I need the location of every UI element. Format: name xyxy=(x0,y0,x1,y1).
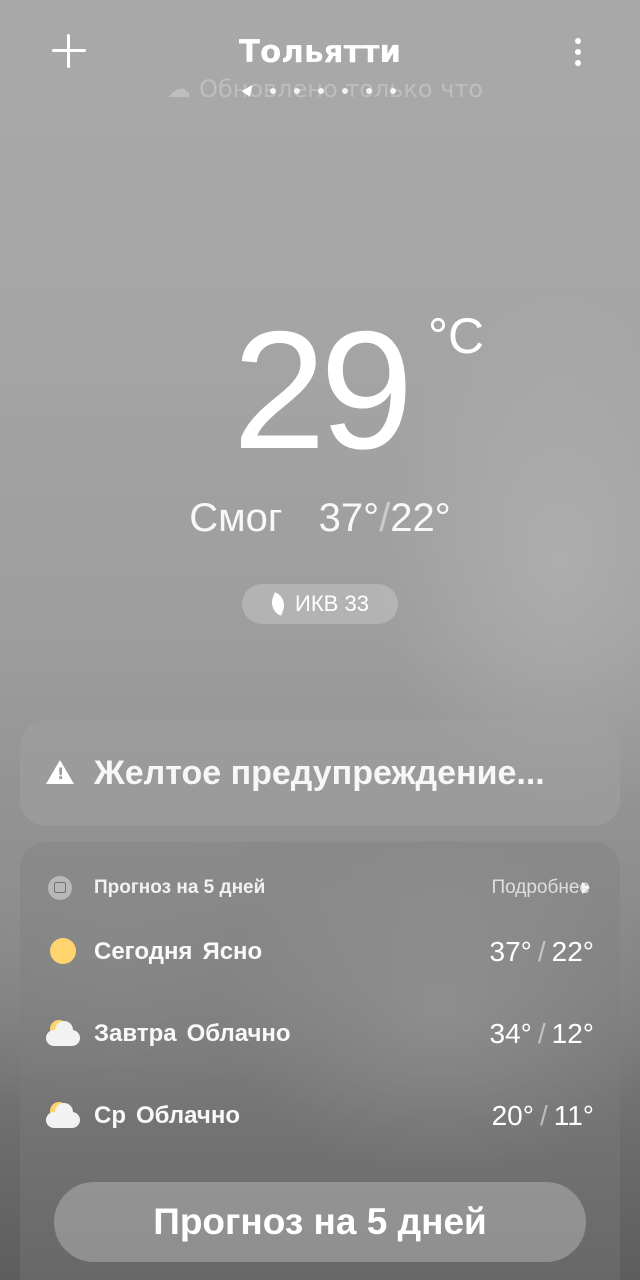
forecast-day-row[interactable]: Ср Облачно 20°/11° xyxy=(20,1096,620,1136)
forecast-day-row[interactable]: Сегодня Ясно 37°/22° xyxy=(20,932,620,972)
temperature-unit: °C xyxy=(428,308,485,364)
forecast-high: 20° xyxy=(491,1100,534,1131)
partly-cloudy-icon xyxy=(46,1100,82,1132)
forecast-day-label: Ср Облачно xyxy=(94,1096,394,1136)
chevron-right-icon[interactable] xyxy=(582,882,590,894)
current-condition: Смог xyxy=(189,496,283,540)
page-dot xyxy=(342,88,348,94)
cloud-icon: ☁ xyxy=(166,75,191,103)
page-dot xyxy=(270,88,276,94)
aqi-badge[interactable]: ИКВ 33 xyxy=(242,584,398,624)
partly-cloudy-icon xyxy=(46,1018,82,1050)
calendar-icon xyxy=(48,876,72,900)
page-dot xyxy=(318,88,324,94)
current-low: 22° xyxy=(390,496,451,540)
forecast-day-condition: Ясно xyxy=(202,938,263,965)
forecast-day-label: Завтра Облачно xyxy=(94,1014,394,1054)
add-city-button[interactable] xyxy=(46,28,92,74)
more-vertical-icon xyxy=(575,38,581,44)
forecast-day-name: Завтра xyxy=(94,1020,177,1047)
forecast-day-temps: 37°/22° xyxy=(489,936,594,967)
five-day-forecast-button[interactable]: Прогноз на 5 дней xyxy=(54,1182,586,1262)
forecast-day-condition: Облачно xyxy=(136,1102,240,1129)
forecast-low: 11° xyxy=(553,1100,594,1131)
aqi-label: ИКВ 33 xyxy=(295,591,369,616)
more-menu-button[interactable] xyxy=(560,30,596,74)
forecast-more-link[interactable]: Подробнее xyxy=(440,874,590,902)
temp-separator: / xyxy=(379,496,391,540)
leaf-icon xyxy=(268,592,289,616)
warning-text: Желтое предупреждение... xyxy=(94,754,545,792)
forecast-day-temps: 20°/11° xyxy=(491,1100,594,1131)
page-dot xyxy=(366,88,372,94)
forecast-title: Прогноз на 5 дней xyxy=(94,877,266,898)
page-dot xyxy=(390,88,396,94)
warning-icon xyxy=(46,760,74,784)
forecast-high: 34° xyxy=(489,1018,532,1049)
page-dot xyxy=(294,88,300,94)
current-temperature: 29 xyxy=(232,296,414,484)
city-title[interactable]: Тольятти xyxy=(170,30,470,74)
sun-icon xyxy=(46,936,82,968)
forecast-day-name: Сегодня xyxy=(94,938,193,965)
forecast-high: 37° xyxy=(489,936,532,967)
forecast-day-name: Ср xyxy=(94,1102,126,1129)
forecast-day-temps: 34°/12° xyxy=(489,1018,594,1049)
current-high: 37° xyxy=(318,496,380,540)
forecast-low: 12° xyxy=(551,1018,594,1049)
weather-warning-card[interactable]: Желтое предупреждение... xyxy=(20,720,620,826)
forecast-day-label: Сегодня Ясно xyxy=(94,932,394,972)
forecast-low: 22° xyxy=(551,936,594,967)
forecast-day-condition: Облачно xyxy=(186,1020,291,1047)
page-indicator xyxy=(241,82,404,97)
forecast-day-row[interactable]: Завтра Облачно 34°/12° xyxy=(20,1014,620,1054)
condition-summary: Смог 37°/22° xyxy=(150,490,490,546)
location-arrow-icon xyxy=(241,82,257,97)
